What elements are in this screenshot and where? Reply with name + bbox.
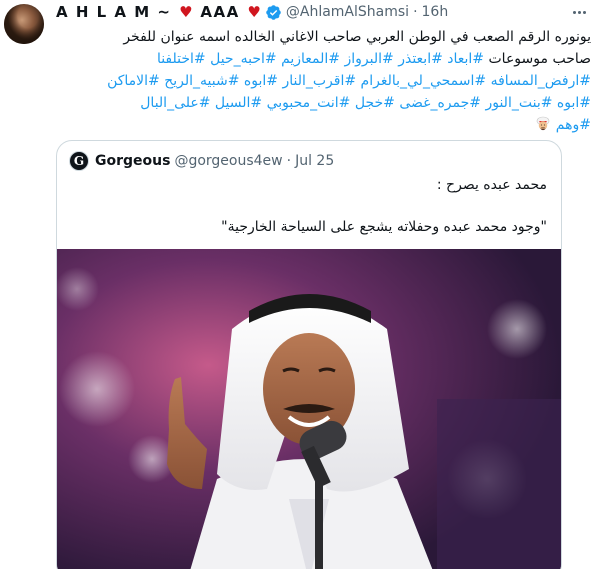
hashtag-link[interactable]: #اسمحي_لي_بالغرام	[361, 73, 487, 89]
hashtag-link[interactable]: #ابوه	[557, 95, 591, 111]
author-handle[interactable]: @AhlamAlShamsi	[286, 4, 409, 20]
quoted-tweet[interactable]: G Gorgeous @gorgeous4ew · Jul 25 محمد عب…	[56, 140, 562, 569]
quoted-author-avatar[interactable]: G	[69, 151, 89, 171]
hashtag-link[interactable]: #ارفض_المسافه	[491, 73, 591, 89]
tweet-header: A H L A M ~ ♥ AAA ♥ @AhlamAlShamsi · 16h	[56, 2, 448, 22]
quoted-tweet-header: G Gorgeous @gorgeous4ew · Jul 25	[69, 151, 334, 171]
man-with-turban-emoji-icon	[537, 116, 550, 131]
display-name-prefix: A H L A M ~	[56, 3, 172, 21]
quoted-tweet-photo[interactable]	[57, 249, 561, 569]
hashtag-link[interactable]: #جمره_غضى	[399, 95, 481, 111]
hashtag-link[interactable]: #ابوه	[244, 73, 278, 89]
quoted-author-handle[interactable]: @gorgeous4ew	[174, 153, 282, 169]
quoted-text-line-1: محمد عبده يصرح :	[436, 177, 547, 193]
hashtag-link[interactable]: #اختلفنا	[157, 51, 206, 67]
author-display-name[interactable]: A H L A M ~ ♥ AAA ♥	[56, 3, 262, 21]
hashtag-link[interactable]: #بنت_النور	[485, 95, 552, 111]
tweet-text-line-4: #ابوه #بنت_النور #جمره_غضى #خجل #انت_محب…	[56, 92, 591, 114]
tweet-text-plain: صاحب موسوعات	[488, 51, 592, 67]
tweet[interactable]: A H L A M ~ ♥ AAA ♥ @AhlamAlShamsi · 16h…	[0, 0, 601, 569]
tweet-text-line-1: يونوره الرقم الصعب في الوطن العربي صاحب …	[123, 29, 591, 45]
hashtag-link[interactable]: #ابعاد	[447, 51, 484, 67]
quoted-header-separator: ·	[286, 153, 292, 169]
hashtag-link[interactable]: #انت_محبوبي	[267, 95, 351, 111]
singer-photo-illustration	[57, 249, 561, 569]
hashtag-link[interactable]: #على_البال	[140, 95, 210, 111]
author-avatar[interactable]	[4, 4, 44, 44]
tweet-text-line-5: #وهم	[56, 114, 591, 136]
hashtag-link[interactable]: #الاماكن	[107, 73, 160, 89]
hashtag-link[interactable]: #وهم	[556, 117, 591, 133]
tweet-timestamp[interactable]: 16h	[422, 4, 449, 20]
quoted-tweet-date[interactable]: Jul 25	[295, 153, 334, 169]
heart-emoji-icon: ♥	[179, 3, 193, 21]
tweet-text-line-3: #ارفض_المسافه #اسمحي_لي_بالغرام #اقرب_ال…	[56, 70, 591, 92]
hashtag-link[interactable]: #احبه_حيل	[210, 51, 277, 67]
hashtag-link[interactable]: #السيل	[215, 95, 262, 111]
hashtag-link[interactable]: #البرواز	[345, 51, 394, 67]
tweet-text: يونوره الرقم الصعب في الوطن العربي صاحب …	[56, 26, 591, 136]
heart-emoji-icon: ♥	[247, 3, 261, 21]
header-separator: ·	[413, 4, 418, 20]
hashtag-link[interactable]: #المعازيم	[281, 51, 340, 67]
quoted-author-name[interactable]: Gorgeous	[95, 153, 170, 169]
hashtag-link[interactable]: #ابعتذر	[398, 51, 443, 67]
quoted-text-line-2: "وجود محمد عبده وحفلاته يشجع على السياحة…	[221, 219, 547, 235]
hashtag-link[interactable]: #اقرب_النار	[282, 73, 356, 89]
verified-badge-icon	[266, 4, 281, 20]
hashtag-link[interactable]: #خجل	[355, 95, 395, 111]
more-options-icon[interactable]	[569, 2, 589, 22]
tweet-text-line-2: صاحب موسوعات #ابعاد #ابعتذر #البرواز #ال…	[56, 48, 591, 70]
hashtag-link[interactable]: #شبيه_الريح	[164, 73, 239, 89]
display-name-aaa: AAA	[200, 3, 240, 21]
